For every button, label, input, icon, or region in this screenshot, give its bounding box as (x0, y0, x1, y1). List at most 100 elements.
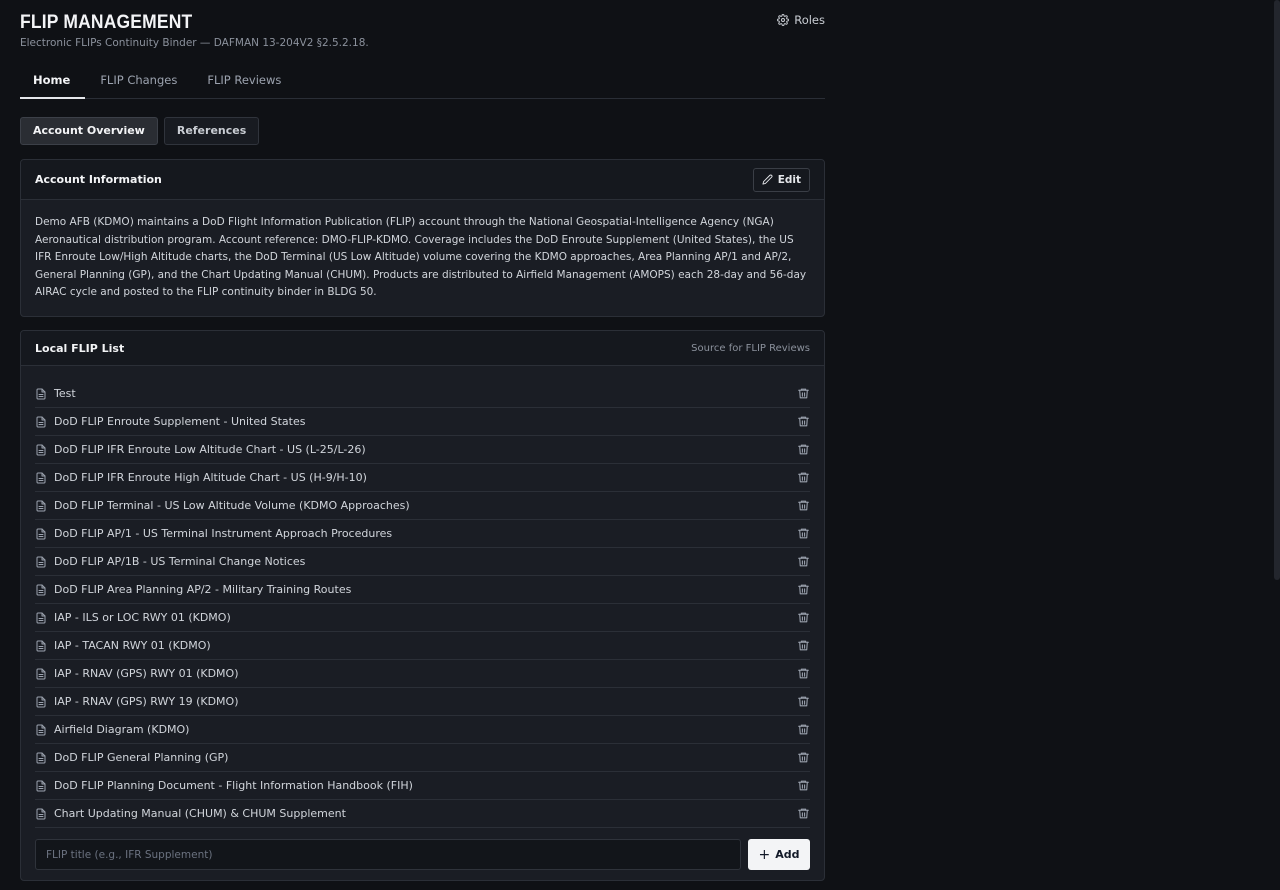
add-button[interactable]: + Add (748, 839, 810, 870)
document-icon (36, 556, 46, 567)
subtab-references[interactable]: References (163, 117, 260, 145)
list-item-content: DoD FLIP AP/1B - US Terminal Change Noti… (35, 555, 305, 568)
trash-icon[interactable] (797, 639, 810, 652)
list-item-label: DoD FLIP Area Planning AP/2 - Military T… (54, 583, 352, 596)
trash-icon[interactable] (797, 723, 810, 736)
list-item-content: DoD FLIP General Planning (GP) (35, 751, 228, 764)
document-icon (36, 696, 46, 707)
tab-flip-reviews[interactable]: FLIP Reviews (192, 66, 296, 99)
list-item: DoD FLIP Terminal - US Low Altitude Volu… (35, 492, 810, 520)
trash-icon[interactable] (797, 779, 810, 792)
list-item: DoD FLIP Planning Document - Flight Info… (35, 772, 810, 800)
trash-icon[interactable] (797, 527, 810, 540)
flip-list: Test DoD FLIP Enroute Supplement - United… (21, 366, 824, 828)
document-icon (36, 752, 46, 763)
tab-flip-changes[interactable]: FLIP Changes (85, 66, 192, 99)
list-item: DoD FLIP Area Planning AP/2 - Military T… (35, 576, 810, 604)
account-card-header: Account Information Edit (21, 160, 824, 200)
trash-icon[interactable] (797, 695, 810, 708)
roles-label: Roles (794, 13, 825, 27)
sub-tabs: Account Overview References (20, 117, 260, 145)
list-item-content: DoD FLIP Enroute Supplement - United Sta… (35, 415, 305, 428)
flip-list-note: Source for FLIP Reviews (691, 342, 810, 354)
add-flip-row: + Add (21, 839, 824, 870)
trash-icon[interactable] (797, 583, 810, 596)
list-item: Airfield Diagram (KDMO) (35, 716, 810, 744)
document-icon (36, 780, 46, 791)
document-icon (36, 584, 46, 595)
list-item: DoD FLIP IFR Enroute High Altitude Chart… (35, 464, 810, 492)
document-icon (36, 444, 46, 455)
edit-button[interactable]: Edit (752, 167, 810, 192)
flip-title-input[interactable] (35, 839, 741, 870)
list-item-content: IAP - RNAV (GPS) RWY 01 (KDMO) (35, 667, 239, 680)
list-item-label: Test (54, 387, 76, 400)
list-item-label: Chart Updating Manual (CHUM) & CHUM Supp… (54, 807, 346, 820)
list-item-label: DoD FLIP IFR Enroute Low Altitude Chart … (54, 443, 366, 456)
document-icon (36, 668, 46, 679)
list-item-content: Airfield Diagram (KDMO) (35, 723, 189, 736)
document-icon (36, 416, 46, 427)
document-icon (36, 500, 46, 511)
list-item-content: Chart Updating Manual (CHUM) & CHUM Supp… (35, 807, 346, 820)
edit-label: Edit (777, 173, 801, 186)
account-description: Demo AFB (KDMO) maintains a DoD Flight I… (35, 216, 807, 298)
list-item: DoD FLIP General Planning (GP) (35, 744, 810, 772)
list-item-label: DoD FLIP AP/1 - US Terminal Instrument A… (54, 527, 393, 540)
trash-icon[interactable] (797, 751, 810, 764)
list-item-label: IAP - ILS or LOC RWY 01 (KDMO) (54, 611, 231, 624)
document-icon (36, 808, 46, 819)
flip-list-header: Local FLIP List Source for FLIP Reviews (21, 331, 824, 366)
list-item: IAP - RNAV (GPS) RWY 19 (KDMO) (35, 688, 810, 716)
document-icon (36, 472, 46, 483)
roles-button[interactable]: Roles (777, 13, 825, 27)
list-item: DoD FLIP AP/1 - US Terminal Instrument A… (35, 520, 810, 548)
page-title: FLIP MANAGEMENT (20, 12, 193, 33)
header: FLIP MANAGEMENT Electronic FLIPs Continu… (20, 0, 825, 58)
local-flip-list-card: Local FLIP List Source for FLIP Reviews … (20, 330, 825, 881)
list-item-content: IAP - RNAV (GPS) RWY 19 (KDMO) (35, 695, 239, 708)
list-item: DoD FLIP AP/1B - US Terminal Change Noti… (35, 548, 810, 576)
list-item-label: IAP - TACAN RWY 01 (KDMO) (54, 639, 211, 652)
list-item-content: DoD FLIP Planning Document - Flight Info… (35, 779, 413, 792)
trash-icon[interactable] (797, 611, 810, 624)
list-item-label: IAP - RNAV (GPS) RWY 19 (KDMO) (54, 695, 239, 708)
trash-icon[interactable] (797, 471, 810, 484)
list-item-label: DoD FLIP AP/1B - US Terminal Change Noti… (54, 555, 306, 568)
plus-icon: + (758, 846, 771, 863)
main-tabs: Home FLIP Changes FLIP Reviews (20, 66, 825, 99)
list-item: DoD FLIP IFR Enroute Low Altitude Chart … (35, 436, 810, 464)
trash-icon[interactable] (797, 415, 810, 428)
list-item: IAP - TACAN RWY 01 (KDMO) (35, 632, 810, 660)
list-item-content: DoD FLIP IFR Enroute High Altitude Chart… (35, 471, 367, 484)
list-item-label: DoD FLIP Enroute Supplement - United Sta… (54, 415, 306, 428)
trash-icon[interactable] (797, 443, 810, 456)
page-subtitle: Electronic FLIPs Continuity Binder — DAF… (20, 37, 369, 49)
list-item-content: IAP - TACAN RWY 01 (KDMO) (35, 639, 211, 652)
list-item-content: DoD FLIP AP/1 - US Terminal Instrument A… (35, 527, 392, 540)
trash-icon[interactable] (797, 807, 810, 820)
gear-icon (777, 14, 790, 26)
list-item: Chart Updating Manual (CHUM) & CHUM Supp… (35, 800, 810, 828)
list-item: Test (35, 380, 810, 408)
trash-icon[interactable] (797, 499, 810, 512)
list-item: IAP - RNAV (GPS) RWY 01 (KDMO) (35, 660, 810, 688)
list-item: DoD FLIP Enroute Supplement - United Sta… (35, 408, 810, 436)
list-item-label: DoD FLIP General Planning (GP) (54, 751, 229, 764)
list-item-content: DoD FLIP Area Planning AP/2 - Military T… (35, 583, 351, 596)
document-icon (36, 612, 46, 623)
subtab-account-overview[interactable]: Account Overview (20, 117, 158, 145)
list-item-label: DoD FLIP Planning Document - Flight Info… (54, 779, 413, 792)
list-item-content: IAP - ILS or LOC RWY 01 (KDMO) (35, 611, 231, 624)
list-item-label: IAP - RNAV (GPS) RWY 01 (KDMO) (54, 667, 239, 680)
list-item-content: Test (35, 387, 76, 400)
trash-icon[interactable] (797, 555, 810, 568)
document-icon (36, 388, 46, 399)
trash-icon[interactable] (797, 387, 810, 400)
pencil-icon (762, 174, 773, 185)
tab-home[interactable]: Home (20, 66, 86, 99)
trash-icon[interactable] (797, 667, 810, 680)
page-scrollbar[interactable] (1274, 0, 1280, 580)
list-item-label: DoD FLIP IFR Enroute High Altitude Chart… (54, 471, 367, 484)
document-icon (36, 640, 46, 651)
